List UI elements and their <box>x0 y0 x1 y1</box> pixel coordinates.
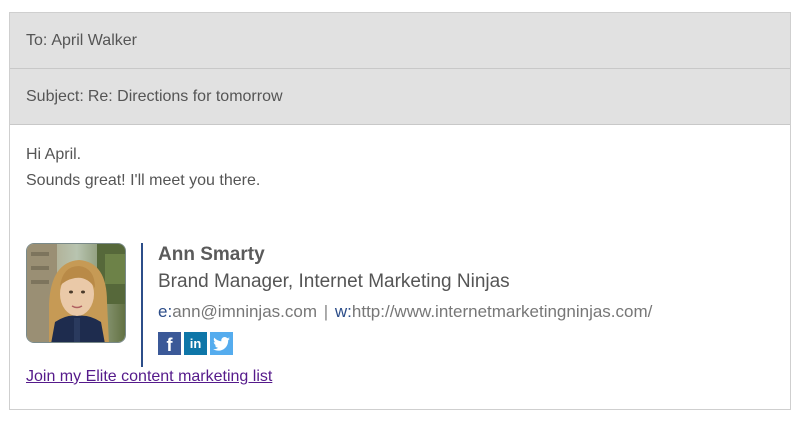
email-key-label: e: <box>158 302 173 321</box>
email-body[interactable]: Hi April. Sounds great! I'll meet you th… <box>10 125 790 194</box>
signature-divider <box>141 243 143 367</box>
social-icons: f in <box>158 332 652 355</box>
signature-photo <box>26 243 126 343</box>
subject-label: Subject: <box>26 87 84 105</box>
contact-separator: | <box>323 302 329 321</box>
linkedin-glyph: in <box>189 336 202 351</box>
to-recipient: April Walker <box>51 31 137 49</box>
subject-text: Re: Directions for tomorrow <box>87 87 283 105</box>
subject-field[interactable]: Subject: Re: Directions for tomorrow <box>10 69 790 125</box>
facebook-icon[interactable]: f <box>158 332 181 355</box>
email-message: To: April Walker Subject: Re: Directions… <box>9 12 791 410</box>
to-field[interactable]: To: April Walker <box>10 13 790 69</box>
signature-name: Ann Smarty <box>158 244 265 265</box>
signature-details: Ann Smarty Brand Manager, Internet Marke… <box>158 243 652 355</box>
elite-list-link[interactable]: Join my Elite content marketing list <box>26 368 272 386</box>
to-label: To: <box>26 31 48 49</box>
signature-website-link[interactable]: http://www.internetmarketingninjas.com/ <box>352 302 652 321</box>
signature-title: Brand Manager, Internet Marketing Ninjas <box>158 271 510 292</box>
body-line-message: Sounds great! I'll meet you there. <box>26 172 261 189</box>
facebook-glyph: f <box>166 335 173 355</box>
profile-photo-image <box>27 244 125 342</box>
twitter-icon[interactable] <box>210 332 233 355</box>
twitter-bird-icon <box>213 336 230 351</box>
signature-email-link[interactable]: ann@imninjas.com <box>172 302 317 321</box>
signature-contact-line: e:ann@imninjas.com | w:http://www.intern… <box>158 297 652 327</box>
body-line-greeting: Hi April. <box>26 146 82 163</box>
web-key-label: w: <box>334 302 352 321</box>
email-signature: Ann Smarty Brand Manager, Internet Marke… <box>26 243 766 369</box>
linkedin-icon[interactable]: in <box>184 332 207 355</box>
